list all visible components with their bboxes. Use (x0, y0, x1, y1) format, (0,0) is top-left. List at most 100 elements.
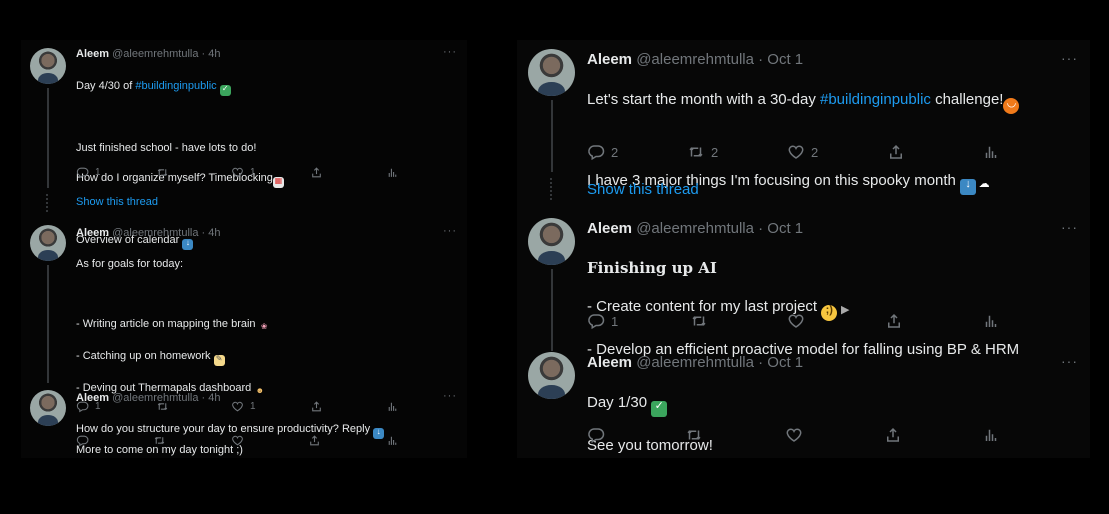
like-count: 2 (811, 144, 819, 160)
avatar[interactable] (528, 352, 575, 399)
more-icon[interactable]: ··· (1061, 219, 1078, 235)
share-button[interactable] (885, 312, 903, 330)
tweet-text-line: - Catching up on homework (76, 350, 211, 362)
reply-button[interactable]: 1 (76, 166, 101, 179)
like-button[interactable]: 2 (787, 143, 818, 161)
analytics-button[interactable] (982, 426, 1000, 444)
retweet-button[interactable]: 2 (687, 143, 718, 161)
share-icon (885, 312, 903, 330)
tweet-text: Day 1/30 ✓ See you tomorrow! (587, 374, 1077, 474)
share-button[interactable] (310, 166, 323, 179)
reply-button[interactable]: 1 (587, 312, 618, 330)
like-button[interactable] (785, 426, 803, 444)
author-handle[interactable]: @aleemrehmtulla · Oct 1 (636, 220, 803, 237)
reply-button[interactable]: 2 (587, 143, 618, 161)
reply-button[interactable] (76, 434, 89, 447)
like-icon (787, 143, 805, 161)
show-thread-link[interactable]: Show this thread (587, 181, 699, 198)
tweet-actions: 1 1 (76, 164, 406, 180)
retweet-button[interactable] (156, 166, 169, 179)
author-handle[interactable]: @aleemrehmtulla · 4h (112, 48, 220, 60)
thread-line (47, 265, 49, 383)
avatar[interactable] (30, 225, 66, 261)
author-name[interactable]: Aleem (76, 227, 109, 239)
tweet-text-line: - Writing article on mapping the brain (76, 318, 256, 330)
like-button[interactable]: 1 (231, 166, 256, 179)
author-name[interactable]: Aleem (76, 48, 109, 60)
tweet[interactable]: Aleem @aleemrehmtulla · Oct 1 ··· Let's … (517, 40, 1090, 195)
retweet-count: 2 (711, 144, 719, 160)
like-icon (231, 166, 244, 179)
reply-icon (587, 426, 605, 444)
more-icon[interactable]: ··· (1061, 50, 1078, 66)
author-handle[interactable]: @aleemrehmtulla · Oct 1 (636, 354, 803, 371)
share-icon (887, 143, 905, 161)
like-button[interactable] (787, 312, 805, 330)
author-handle[interactable]: @aleemrehmtulla · Oct 1 (636, 51, 803, 68)
share-button[interactable] (884, 426, 902, 444)
analytics-button[interactable] (982, 312, 1000, 330)
tweet-actions: 2 2 2 (587, 142, 1007, 162)
tweet[interactable]: Aleem @aleemrehmtulla · Oct 1 ··· Finish… (517, 210, 1090, 358)
reply-button[interactable] (587, 426, 605, 444)
share-button[interactable] (887, 143, 905, 161)
author-handle[interactable]: @aleemrehmtulla · 4h (112, 227, 220, 239)
tweet-actions: 1 (587, 311, 1007, 331)
tweet-text-line: As for goals for today: (76, 258, 183, 270)
author-name[interactable]: Aleem (587, 51, 632, 68)
tweet-text-line: Let's start the month with a 30-day (587, 91, 820, 108)
author-name[interactable]: Aleem (587, 354, 632, 371)
avatar[interactable] (30, 48, 66, 84)
more-icon[interactable]: ··· (1061, 353, 1078, 369)
tweet-actions (76, 432, 406, 448)
reply-icon (76, 434, 89, 447)
analytics-icon (982, 143, 1000, 161)
thread-dots (550, 178, 554, 200)
more-icon[interactable]: ··· (443, 225, 457, 237)
author-name[interactable]: Aleem (587, 220, 632, 237)
author-handle[interactable]: @aleemrehmtulla · 4h (112, 392, 220, 404)
thread-line (551, 100, 553, 172)
tweet[interactable]: Aleem @aleemrehmtulla · 4h ··· As for go… (21, 220, 467, 456)
avatar[interactable] (528, 218, 575, 265)
check-emoji-icon: ✓ (219, 85, 231, 96)
pumpkin-emoji-icon: ◡ (1003, 98, 1020, 114)
show-thread-link[interactable]: Show this thread (76, 196, 158, 208)
tweet-text-line: Day 1/30 (587, 394, 648, 411)
share-icon (308, 434, 321, 447)
like-icon (787, 312, 805, 330)
retweet-button[interactable] (690, 312, 708, 330)
share-icon (884, 426, 902, 444)
check-emoji-icon: ✓ (651, 401, 668, 417)
retweet-button[interactable] (685, 426, 703, 444)
analytics-button[interactable] (386, 166, 399, 179)
analytics-button[interactable] (386, 434, 399, 447)
retweet-button[interactable] (153, 434, 166, 447)
share-button[interactable] (308, 434, 321, 447)
tweet-header: Aleem @aleemrehmtulla · Oct 1 (587, 220, 803, 237)
like-icon (231, 434, 244, 447)
like-button[interactable] (231, 434, 244, 447)
more-icon[interactable]: ··· (443, 390, 457, 402)
avatar[interactable] (30, 390, 66, 426)
tweet-header: Aleem @aleemrehmtulla · 4h (76, 48, 220, 60)
tweet-text-line: Just finished school - have lots to do! (76, 142, 257, 154)
tweet[interactable]: Aleem @aleemrehmtulla · Oct 1 ··· Day 1/… (517, 345, 1090, 458)
memo-emoji-icon: ✎ (213, 355, 225, 366)
more-icon[interactable]: ··· (443, 46, 457, 58)
avatar[interactable] (528, 49, 575, 96)
retweet-icon (687, 143, 705, 161)
reply-count: 1 (611, 313, 619, 329)
tweet-header: Aleem @aleemrehmtulla · Oct 1 (587, 51, 803, 68)
hashtag-link[interactable]: #buildinginpublic (820, 91, 931, 108)
tweet-header: Aleem @aleemrehmtulla · 4h (76, 392, 220, 404)
author-name[interactable]: Aleem (76, 392, 109, 404)
retweet-icon (153, 434, 166, 447)
analytics-button[interactable] (982, 143, 1000, 161)
hashtag-link[interactable]: #buildinginpublic (135, 80, 216, 92)
tweet[interactable]: Aleem @aleemrehmtulla · 4h ··· Day 4/30 … (21, 40, 467, 250)
left-thread-panel: Aleem @aleemrehmtulla · 4h ··· Day 4/30 … (21, 40, 467, 458)
reply-count: 2 (611, 144, 619, 160)
tweet[interactable]: Aleem @aleemrehmtulla · 4h ··· How do yo… (21, 382, 467, 458)
tweet-header: Aleem @aleemrehmtulla · Oct 1 (587, 354, 803, 371)
